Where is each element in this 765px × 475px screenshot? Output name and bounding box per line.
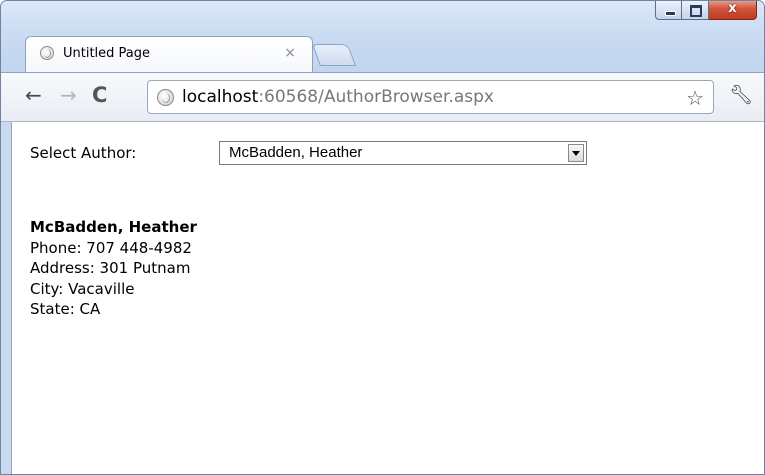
close-icon: x bbox=[728, 1, 737, 16]
url-path: :60568/AuthorBrowser.aspx bbox=[258, 87, 494, 107]
window-caption-buttons: x bbox=[655, 1, 757, 22]
author-phone: Phone: 707 448-4982 bbox=[30, 238, 192, 257]
author-select-value: McBadden, Heather bbox=[229, 144, 363, 161]
reload-button[interactable]: C bbox=[92, 85, 107, 106]
url-text: localhost:60568/AuthorBrowser.aspx bbox=[182, 87, 494, 107]
select-author-label: Select Author: bbox=[30, 144, 137, 162]
dropdown-arrow-icon[interactable] bbox=[568, 144, 584, 162]
tab-close-button[interactable]: × bbox=[284, 45, 296, 61]
author-city: City: Vacaville bbox=[30, 279, 135, 298]
browser-window: x Untitled Page × ← → C localhost:60568/… bbox=[0, 0, 765, 475]
page-content: Select Author: McBadden, Heather McBadde… bbox=[11, 122, 764, 474]
page-favicon-icon bbox=[40, 46, 54, 60]
back-button[interactable]: ← bbox=[25, 85, 42, 105]
author-name: McBadden, Heather bbox=[30, 218, 197, 236]
tab-title: Untitled Page bbox=[63, 46, 151, 61]
address-bar[interactable]: localhost:60568/AuthorBrowser.aspx ☆ bbox=[147, 80, 714, 114]
tab-untitled-page[interactable]: Untitled Page × bbox=[25, 36, 313, 73]
author-state: State: CA bbox=[30, 300, 101, 318]
url-host: localhost bbox=[182, 87, 259, 107]
browser-toolbar: ← → C localhost:60568/AuthorBrowser.aspx… bbox=[1, 72, 764, 122]
wrench-menu-icon[interactable]: 🔧︎ bbox=[729, 83, 753, 106]
maximize-icon bbox=[690, 5, 702, 17]
author-address: Address: 301 Putnam bbox=[30, 259, 191, 277]
close-window-button[interactable]: x bbox=[709, 1, 757, 20]
minimize-button[interactable] bbox=[655, 1, 682, 20]
author-details: McBadden, Heather Phone: 707 448-4982 Ad… bbox=[30, 217, 197, 320]
maximize-button[interactable] bbox=[682, 1, 709, 20]
author-select[interactable]: McBadden, Heather bbox=[219, 141, 587, 165]
bookmark-star-icon[interactable]: ☆ bbox=[686, 86, 704, 110]
forward-button[interactable]: → bbox=[60, 85, 77, 105]
page-globe-icon bbox=[157, 89, 174, 106]
minimize-icon bbox=[665, 11, 676, 16]
